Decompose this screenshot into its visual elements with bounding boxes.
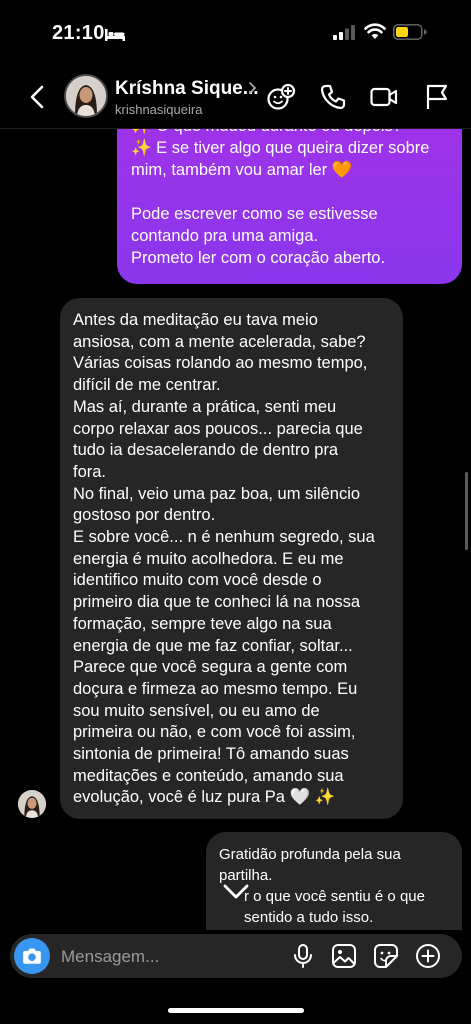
sticker-icon[interactable] xyxy=(372,942,400,970)
gallery-icon[interactable] xyxy=(330,942,358,970)
avatar[interactable] xyxy=(64,74,108,118)
back-icon[interactable] xyxy=(24,82,52,112)
camera-icon xyxy=(23,948,41,964)
phone-icon[interactable] xyxy=(318,82,348,112)
chevron-right-icon[interactable] xyxy=(248,82,258,94)
sleep-focus-icon xyxy=(105,29,125,41)
contact-name[interactable]: Kríshna Sique... xyxy=(115,78,259,100)
status-bar: 21:10 xyxy=(0,0,471,64)
wifi-icon xyxy=(364,23,386,39)
incoming-message-text: Antes da meditação eu tava meio ansiosa,… xyxy=(73,311,375,807)
battery-icon xyxy=(393,24,427,40)
scroll-down-chevron-icon[interactable] xyxy=(220,877,252,905)
sender-avatar-photo xyxy=(18,790,46,818)
sender-avatar[interactable] xyxy=(18,790,46,818)
message-input[interactable] xyxy=(59,941,283,973)
contact-handle: krishnasiqueira xyxy=(115,102,203,117)
cellular-signal-icon xyxy=(333,25,355,40)
avatar-photo xyxy=(66,76,106,116)
microphone-icon[interactable] xyxy=(289,942,317,970)
incoming-message-bubble[interactable]: Antes da meditação eu tava meio ansiosa,… xyxy=(60,298,403,819)
scrollbar[interactable] xyxy=(465,472,468,550)
home-indicator xyxy=(168,1008,304,1013)
video-camera-icon[interactable] xyxy=(369,82,399,112)
add-plus-icon[interactable] xyxy=(414,942,442,970)
outgoing-message-text: ✨ O que mudou durante ou depois? ✨ E se … xyxy=(131,117,430,267)
emoji-effects-icon[interactable] xyxy=(266,82,296,112)
chat-header: Kríshna Sique... krishnasiqueira xyxy=(0,64,471,129)
status-time: 21:10 xyxy=(52,22,105,44)
message-composer xyxy=(10,934,462,978)
camera-button[interactable] xyxy=(14,938,50,974)
flag-icon[interactable] xyxy=(422,82,452,112)
